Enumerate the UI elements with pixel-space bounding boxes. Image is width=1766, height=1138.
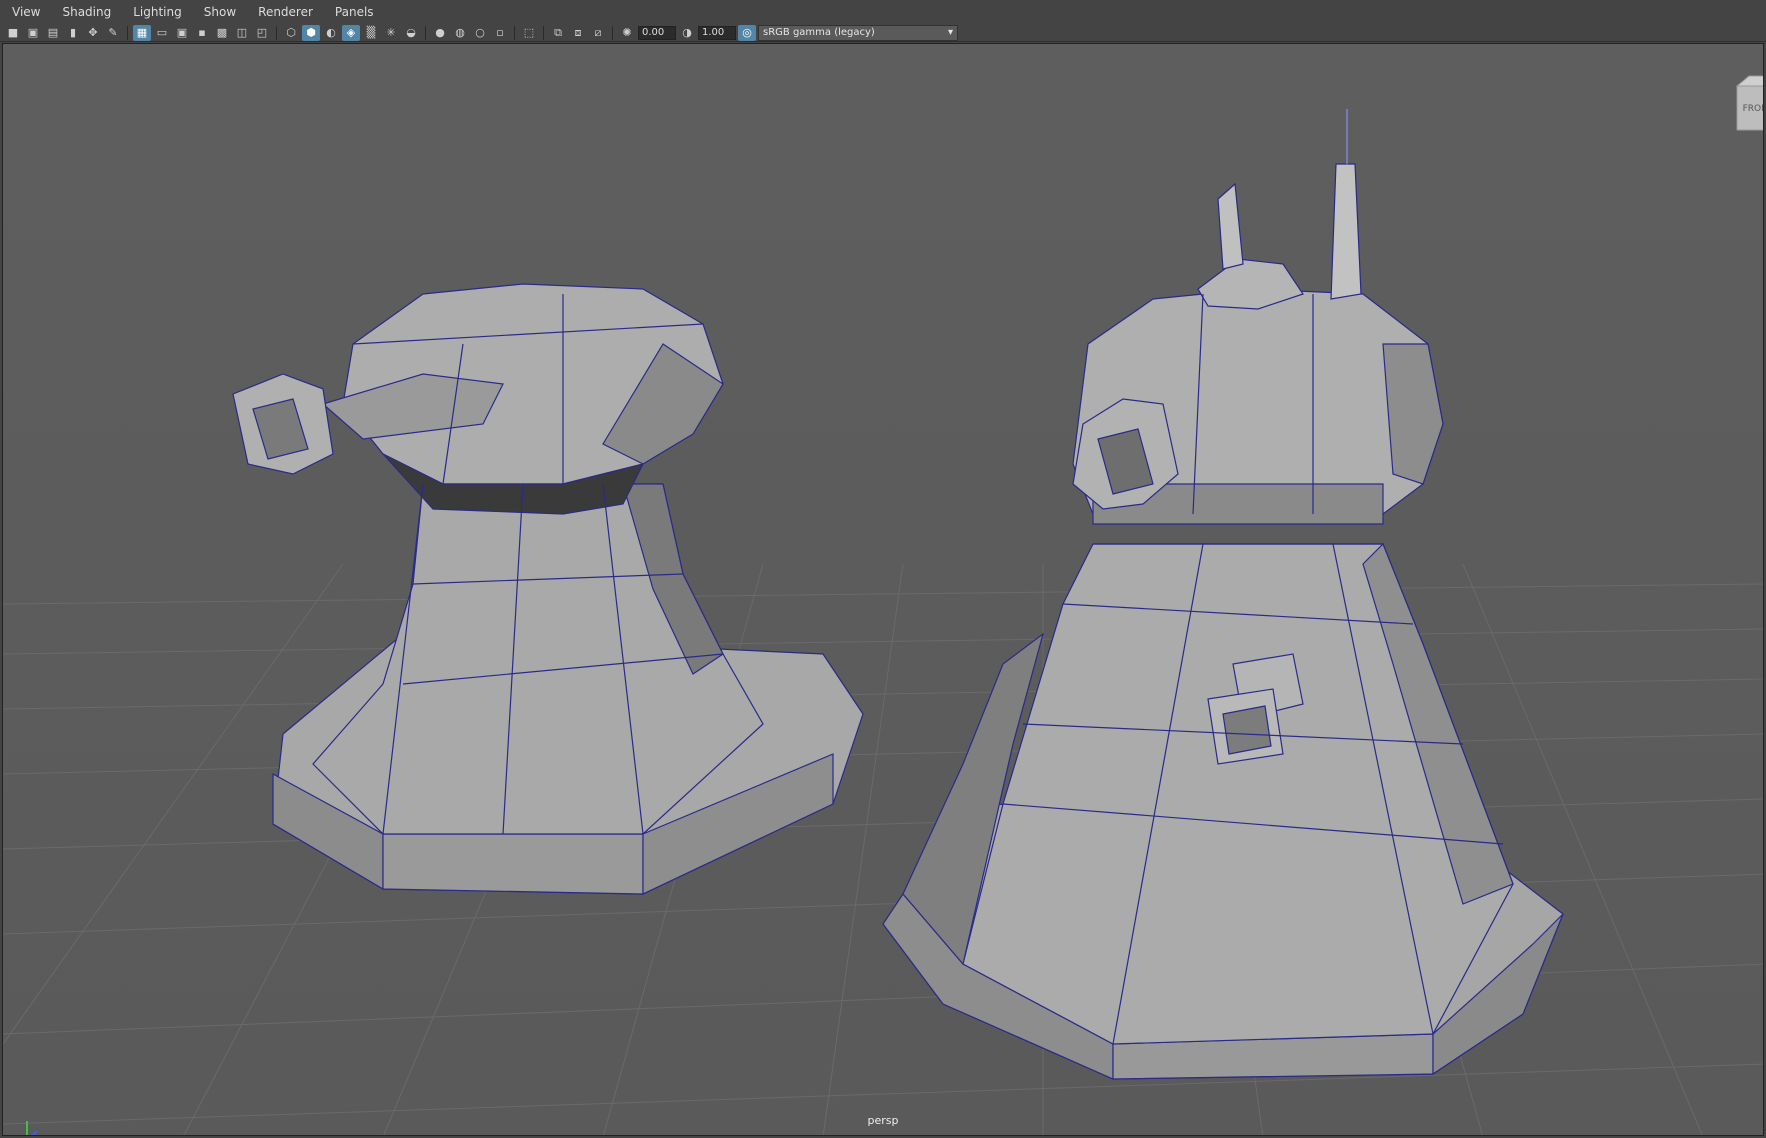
panel-menubar: View Shading Lighting Show Renderer Pane… [0,0,1766,24]
menu-panels[interactable]: Panels [323,0,384,24]
safe-action-icon[interactable]: ◫ [233,25,251,41]
exposure-field[interactable] [638,25,676,40]
resolution-gate-icon[interactable]: ▣ [173,25,191,41]
toolbar-divider [612,25,613,40]
gamma-field[interactable] [698,25,736,40]
menu-shading[interactable]: Shading [50,0,121,24]
safe-title-icon[interactable]: ◰ [253,25,271,41]
lights-icon[interactable]: ✳ [382,25,400,41]
camera-name-label: persp [867,1114,899,1127]
default-material-icon[interactable]: ◐ [322,25,340,41]
toolbar-divider [276,25,277,40]
color-space-dropdown[interactable]: sRGB gamma (legacy) ▾ [758,24,958,41]
shadows-icon[interactable]: ◒ [402,25,420,41]
menu-renderer[interactable]: Renderer [246,0,323,24]
color-management-icon[interactable]: ◎ [738,24,756,41]
menu-view[interactable]: View [0,0,50,24]
scene-render [3,44,1763,1135]
toolbar-divider [127,25,128,40]
smooth-shade-icon[interactable]: ⬢ [302,24,320,41]
toolbar-divider [543,25,544,40]
gate-mask-icon[interactable]: ▪ [193,25,211,41]
2d-pan-icon[interactable]: ✥ [84,25,102,41]
wireframe-on-shaded-icon[interactable]: ◈ [342,24,360,41]
camera-attr-icon[interactable]: ▣ [24,25,42,41]
isolate-select-icon[interactable]: ⬚ [520,25,538,41]
field-chart-icon[interactable]: ▩ [213,25,231,41]
color-space-value: sRGB gamma (legacy) [763,27,875,38]
toolbar-divider [425,25,426,40]
3d-viewport[interactable]: FRONT persp [2,43,1764,1136]
exposure-icon[interactable]: ✺ [618,25,636,41]
gamma-icon[interactable]: ◑ [678,25,696,41]
wireframe-icon[interactable]: ⬡ [282,25,300,41]
grid-icon[interactable]: ▦ [133,24,151,41]
maya-viewport-panel: View Shading Lighting Show Renderer Pane… [0,0,1766,1138]
camera-icon[interactable]: ■ [4,25,22,41]
ambient-occlusion-icon[interactable]: ● [431,25,449,41]
backface-icon[interactable]: ⧄ [589,25,607,41]
film-gate-icon[interactable]: ▭ [153,25,171,41]
multisample-icon[interactable]: ○ [471,25,489,41]
menu-show[interactable]: Show [192,0,246,24]
toolbar-divider [514,25,515,40]
chevron-down-icon: ▾ [947,27,953,38]
menu-lighting[interactable]: Lighting [121,0,192,24]
xray-icon[interactable]: ▒ [362,25,380,41]
grease-pencil-icon[interactable]: ✎ [104,25,122,41]
panel-toolbar: ■ ▣ ▤ ▮ ✥ ✎ ▦ ▭ ▣ ▪ ▩ ◫ ◰ ⬡ ⬢ ◐ ◈ ▒ ✳ ◒ … [0,24,1766,42]
motion-blur-icon[interactable]: ◍ [451,25,469,41]
viewcube-label: FRONT [1743,104,1764,114]
bookmark-icon[interactable]: ▤ [44,25,62,41]
depth-of-field-icon[interactable]: ▫ [491,25,509,41]
xray-active-icon[interactable]: ⧈ [569,25,587,41]
xray-joints-icon[interactable]: ⧉ [549,25,567,41]
image-plane-icon[interactable]: ▮ [64,25,82,41]
